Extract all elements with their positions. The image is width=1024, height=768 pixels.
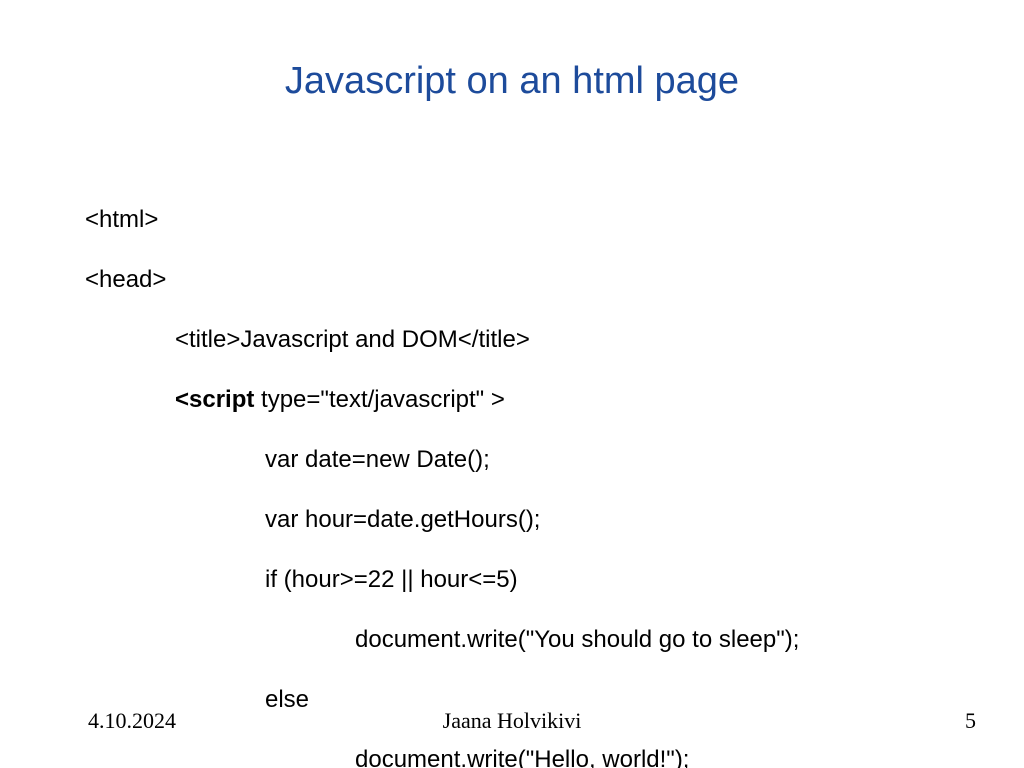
code-text: document.write("Hello, world!"); (355, 746, 689, 768)
code-text: document.write("You should go to sleep")… (355, 626, 799, 653)
footer: 4.10.2024 Jaana Holvikivi 5 (0, 708, 1024, 738)
code-text: <html> (85, 206, 158, 233)
code-block: <html> <head> <title>Javascript and DOM<… (85, 175, 799, 768)
code-text-bold: <script (175, 386, 254, 413)
code-line: document.write("You should go to sleep")… (85, 625, 799, 655)
slide-title: Javascript on an html page (0, 60, 1024, 103)
code-line: <html> (85, 205, 799, 235)
code-line: <head> (85, 265, 799, 295)
code-text: if (hour>=22 || hour<=5) (265, 566, 518, 593)
code-text: <title>Javascript and DOM</title> (175, 326, 530, 353)
code-line: var date=new Date(); (85, 445, 799, 475)
code-line: document.write("Hello, world!"); (85, 745, 799, 768)
code-text: <head> (85, 266, 166, 293)
slide: Javascript on an html page <html> <head>… (0, 0, 1024, 768)
code-text: var hour=date.getHours(); (265, 506, 540, 533)
code-line: <script type="text/javascript" > (85, 385, 799, 415)
code-line: var hour=date.getHours(); (85, 505, 799, 535)
code-text: var date=new Date(); (265, 446, 490, 473)
code-text: type="text/javascript" > (254, 386, 505, 413)
footer-author: Jaana Holvikivi (0, 708, 1024, 734)
footer-page-number: 5 (965, 708, 976, 734)
code-line: <title>Javascript and DOM</title> (85, 325, 799, 355)
code-line: if (hour>=22 || hour<=5) (85, 565, 799, 595)
